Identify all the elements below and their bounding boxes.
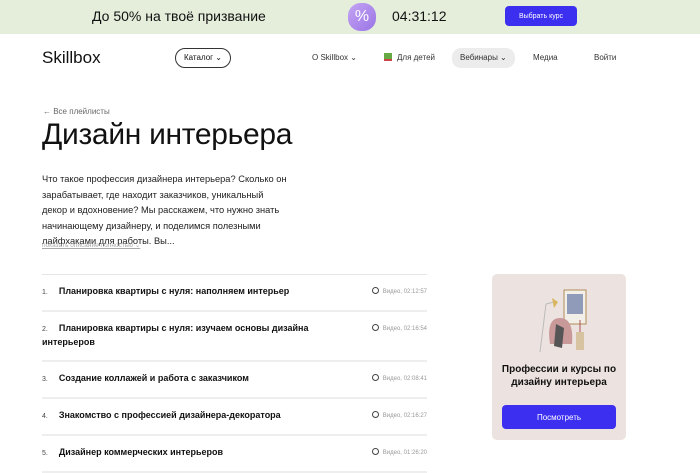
video-meta: Видео, 02:16:27 xyxy=(371,410,427,423)
video-title[interactable]: Дизайнер коммерческих интерьеров xyxy=(59,447,223,457)
choose-course-button[interactable]: Выбрать курс xyxy=(505,6,577,26)
play-icon xyxy=(371,324,379,331)
video-title[interactable]: Создание коллажей и работа с заказчиком xyxy=(59,373,249,383)
video-duration: Видео, 02:12:57 xyxy=(382,289,427,295)
video-duration: Видео, 02:08:41 xyxy=(382,376,427,382)
catalog-button[interactable]: Каталог ⌄ xyxy=(175,48,232,68)
video-title[interactable]: Планировка квартиры с нуля: изучаем осно… xyxy=(42,323,308,347)
promo-text: До 50% на твоё призвание xyxy=(92,8,266,24)
view-courses-button[interactable]: Посмотреть xyxy=(502,405,616,429)
nav-webinars[interactable]: Вебинары ⌄ xyxy=(452,48,515,68)
video-number: 5. xyxy=(42,450,48,457)
play-icon xyxy=(371,411,379,418)
skillbox-logo[interactable]: Skillbox xyxy=(42,48,101,68)
video-number: 1. xyxy=(42,289,48,296)
video-number: 4. xyxy=(42,413,48,420)
promo-banner: До 50% на твоё призвание % 04:31:12 Выбр… xyxy=(0,0,700,34)
percent-badge-icon: % xyxy=(348,3,376,31)
card-title: Профессии и курсы по дизайну интерьера xyxy=(501,364,617,388)
video-meta: Видео, 01:26:20 xyxy=(371,447,427,460)
video-meta: Видео, 02:12:57 xyxy=(371,286,427,299)
video-number: 2. xyxy=(42,326,48,333)
play-icon xyxy=(371,374,379,381)
play-icon xyxy=(371,448,379,455)
nav-kids-label: Для детей xyxy=(397,53,435,62)
video-duration: Видео, 01:26:20 xyxy=(382,450,427,456)
video-number: 3. xyxy=(42,376,48,383)
video-title[interactable]: Планировка квартиры с нуля: наполняем ин… xyxy=(59,286,289,296)
video-title[interactable]: Знакомство с профессией дизайнера-декора… xyxy=(59,410,281,420)
play-icon xyxy=(371,287,379,294)
video-duration: Видео, 02:16:27 xyxy=(382,413,427,419)
countdown-timer: 04:31:12 xyxy=(392,8,447,24)
nav-login[interactable]: Войти xyxy=(594,50,616,66)
video-duration: Видео, 02:16:54 xyxy=(382,326,427,332)
show-full-description-link[interactable]: показать описание полностью ⌄ xyxy=(42,241,140,249)
video-item[interactable]: 4. Знакомство с профессией дизайнера-деко… xyxy=(42,399,427,436)
nav-about[interactable]: O Skillbox ⌄ xyxy=(312,50,357,66)
back-to-playlists-link[interactable]: ← Все плейлисты xyxy=(43,107,110,116)
nav-kids[interactable]: Для детей xyxy=(384,50,435,66)
video-item[interactable]: 1. Планировка квартиры с нуля: наполняем … xyxy=(42,275,427,312)
nav-media[interactable]: Медиа xyxy=(533,50,558,66)
video-list: 1. Планировка квартиры с нуля: наполняем … xyxy=(42,274,427,473)
interior-illustration xyxy=(539,289,587,353)
playlist-description: Что такое профессия дизайнера интерьера?… xyxy=(42,174,287,246)
page-title: Дизайн интерьера xyxy=(42,118,293,151)
kids-books-icon xyxy=(384,53,392,61)
video-item[interactable]: 2. Планировка квартиры с нуля: изучаем ос… xyxy=(42,312,427,362)
courses-promo-card: Профессии и курсы по дизайну интерьера П… xyxy=(492,274,626,440)
video-meta: Видео, 02:08:41 xyxy=(371,373,427,386)
video-meta: Видео, 02:16:54 xyxy=(371,323,427,336)
video-item[interactable]: 3. Создание коллажей и работа с заказчико… xyxy=(42,362,427,399)
